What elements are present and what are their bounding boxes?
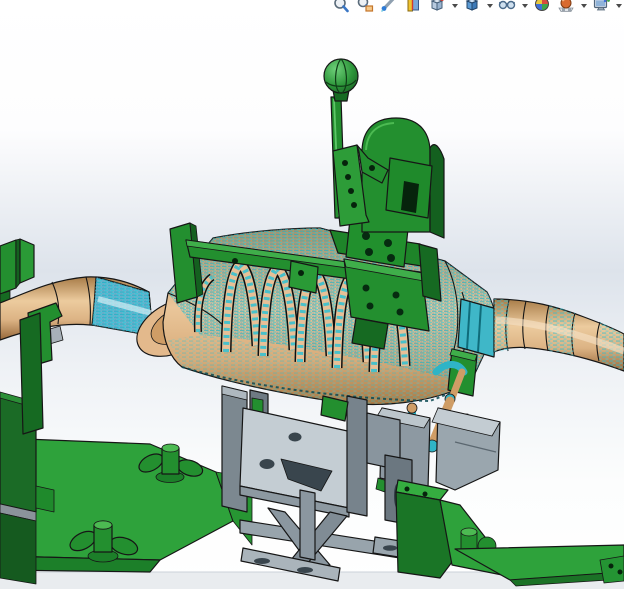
view-settings-button[interactable]	[592, 0, 611, 14]
display-style-icon	[465, 0, 479, 11]
view-settings-dropdown-arrow[interactable]	[616, 4, 622, 8]
heads-up-toolbar	[332, 0, 622, 14]
scene-sphere-icon	[558, 0, 574, 12]
section-view-button[interactable]	[404, 0, 423, 14]
apply-scene-dropdown-arrow[interactable]	[581, 4, 587, 8]
section-view-icon	[407, 0, 419, 12]
cad-viewport[interactable]	[0, 0, 624, 589]
view-orientation-dropdown-arrow[interactable]	[452, 4, 458, 8]
tower-slot	[401, 181, 419, 213]
previous-view-button[interactable]	[380, 0, 399, 14]
stylus-icon	[381, 0, 395, 12]
display-style-dropdown-arrow[interactable]	[487, 4, 493, 8]
hide-show-items-dropdown-arrow[interactable]	[522, 4, 528, 8]
corner-bracket	[599, 555, 624, 584]
color-sphere-icon	[535, 0, 549, 11]
view-orientation-button[interactable]	[428, 0, 447, 14]
zoom-to-area-icon	[357, 0, 374, 12]
edit-appearance-button[interactable]	[533, 0, 552, 14]
display-style-button[interactable]	[463, 0, 482, 14]
eyeglasses-icon	[498, 0, 516, 10]
ball-lever-handle[interactable]	[323, 58, 359, 94]
zoom-to-area-button[interactable]	[356, 0, 375, 14]
zoom-to-fit-icon	[334, 0, 349, 13]
model-canvas[interactable]	[0, 0, 624, 589]
view-orientation-icon	[430, 0, 444, 11]
monitor-icon	[593, 0, 610, 11]
zoom-to-fit-button[interactable]	[332, 0, 351, 14]
apply-scene-button[interactable]	[557, 0, 576, 14]
hide-show-items-button[interactable]	[498, 0, 517, 14]
